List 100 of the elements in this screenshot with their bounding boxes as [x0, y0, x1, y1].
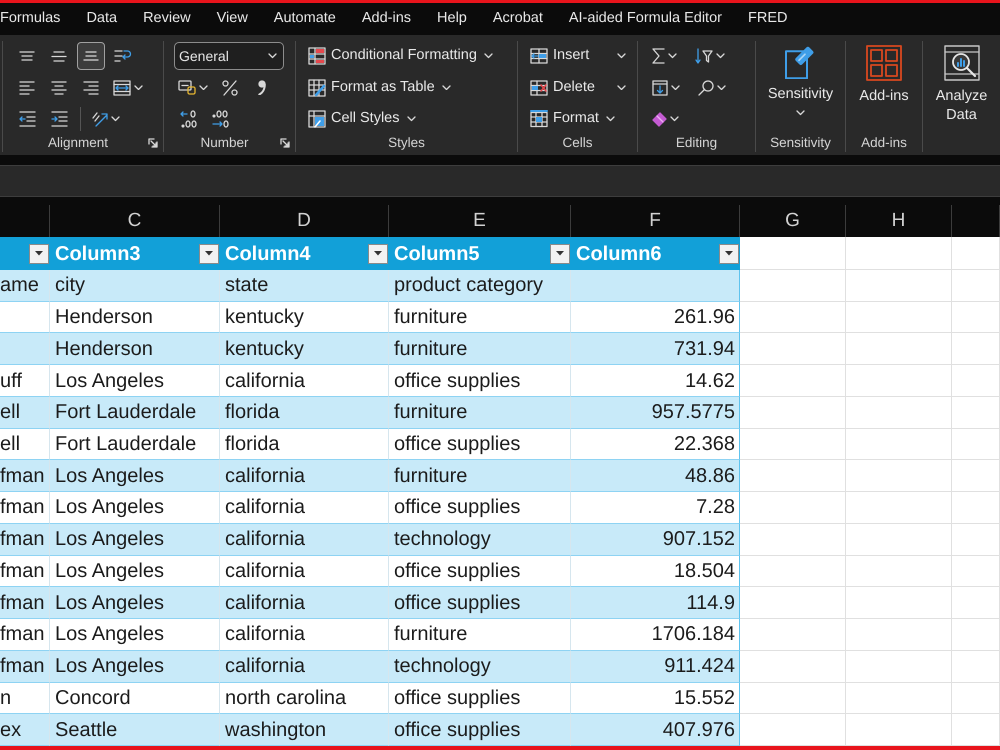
delete-cells-icon [530, 80, 548, 96]
menu-tab[interactable]: FRED [748, 10, 788, 28]
caret-icon [796, 110, 805, 116]
table-cell: california [220, 460, 389, 492]
menu-tab[interactable]: Add-ins [362, 10, 412, 28]
column-label: Column4 [225, 242, 311, 266]
filter-dropdown-button[interactable] [29, 244, 49, 264]
grid-cell [952, 396, 1000, 429]
grid-cell [952, 714, 1000, 746]
table-cell: california [220, 619, 389, 651]
format-cells-icon [530, 110, 548, 128]
dialog-launcher-icon[interactable] [148, 138, 158, 148]
group-label: Number [199, 134, 250, 152]
align-bottom-button[interactable] [77, 42, 105, 70]
table-cell: 407.976 [571, 714, 740, 746]
number-format-dropdown[interactable]: General [174, 42, 284, 70]
menu-tab[interactable]: Formulas [0, 10, 60, 28]
table-cell: ame [0, 270, 50, 302]
table-cell: 7.28 [571, 492, 740, 524]
align-left-icon [19, 80, 35, 94]
table-cell: technology [389, 650, 571, 683]
table-cell: n [0, 682, 50, 714]
caret-icon [134, 84, 143, 90]
grid-cell [952, 587, 1000, 620]
table-cell: 907.152 [571, 524, 740, 556]
table-cell: city [50, 270, 220, 302]
grid-cell [952, 650, 1000, 683]
table-cell: Los Angeles [50, 460, 220, 492]
table-cell: california [220, 587, 389, 620]
menu-tab[interactable]: Automate [274, 10, 336, 28]
dialog-launcher-icon[interactable] [280, 138, 290, 148]
table-cell: Los Angeles [50, 619, 220, 651]
filter-dropdown-button[interactable] [199, 244, 219, 264]
menu-tab[interactable]: Review [143, 10, 191, 28]
caret-icon [671, 84, 680, 90]
menu-tab[interactable]: Data [86, 10, 118, 28]
grid-cell [952, 237, 1000, 270]
menu-tab[interactable]: Help [437, 10, 467, 28]
table-cell: state [220, 270, 389, 302]
table-cell: technology [389, 524, 571, 556]
table-cell: fman [0, 460, 50, 492]
caret-icon [442, 84, 451, 90]
table-cell: florida [220, 396, 389, 429]
format-cells-button[interactable]: Format [528, 105, 617, 133]
caret-icon [606, 116, 615, 122]
menu-tab[interactable]: Acrobat [492, 10, 543, 28]
table-cell: office supplies [389, 365, 571, 397]
dropdown-arrow-icon [34, 250, 44, 257]
table-cell: north carolina [220, 682, 389, 714]
table-cell: california [220, 492, 389, 524]
grid-cell [952, 428, 1000, 460]
table-cell: california [220, 650, 389, 683]
add-ins-grid-icon [866, 45, 902, 81]
table-cell: office supplies [389, 556, 571, 588]
format-as-table-button[interactable]: Format as Table [306, 74, 453, 102]
align-center-icon [51, 80, 67, 94]
grid-cell [952, 365, 1000, 397]
table-cell: 911.424 [571, 650, 740, 683]
grid-cell [952, 270, 1000, 302]
table-cell: Concord [50, 682, 220, 714]
eraser-icon [652, 112, 667, 126]
increase-indent-icon [50, 111, 68, 127]
caret-icon [617, 53, 626, 59]
table-cell: 48.86 [571, 460, 740, 492]
conditional-formatting-icon [308, 47, 326, 65]
filter-dropdown-button[interactable] [368, 244, 388, 264]
table-cell: Los Angeles [50, 492, 220, 524]
filter-dropdown-button[interactable] [550, 244, 570, 264]
menu-tab[interactable]: AI-aided Formula Editor [568, 10, 722, 28]
caret-icon [406, 116, 416, 122]
menu-tab[interactable]: View [216, 10, 248, 28]
sensitivity-label-button[interactable]: Sensitivity [766, 43, 836, 116]
delete-cells-button[interactable]: Delete [528, 74, 597, 102]
group-label: Cells [561, 134, 594, 152]
table-cell: furniture [389, 302, 571, 334]
caret-icon [484, 53, 493, 59]
insert-cells-button[interactable]: Insert [528, 42, 592, 70]
format-as-table-icon [308, 78, 326, 96]
table-cell: 18.504 [571, 556, 740, 588]
table-cell: Henderson [50, 333, 220, 366]
table-cell: Fort Lauderdale [50, 428, 220, 460]
column-label: Column3 [55, 242, 141, 266]
add-ins-grid-button[interactable]: Add-ins [857, 43, 911, 106]
cell-styles-button[interactable]: Cell Styles [306, 105, 418, 133]
table-cell: washington [220, 714, 389, 746]
wrap-text-icon [114, 50, 132, 62]
table-cell: california [220, 524, 389, 556]
table-cell: 114.9 [571, 587, 740, 620]
group-label: Alignment [46, 134, 110, 152]
table-cell: ell [0, 428, 50, 460]
filter-dropdown-button[interactable] [719, 244, 739, 264]
table-cell: 15.552 [571, 682, 740, 714]
table-cell: uff [0, 365, 50, 397]
conditional-formatting-button[interactable]: Conditional Formatting [306, 42, 495, 70]
table-cell: fman [0, 619, 50, 651]
dropdown-arrow-icon [204, 250, 214, 257]
table-cell: Los Angeles [50, 650, 220, 683]
analyze-data-button[interactable]: Analyze Data [934, 43, 990, 125]
merge-cells-icon [113, 80, 131, 96]
table-cell: Seattle [50, 714, 220, 746]
